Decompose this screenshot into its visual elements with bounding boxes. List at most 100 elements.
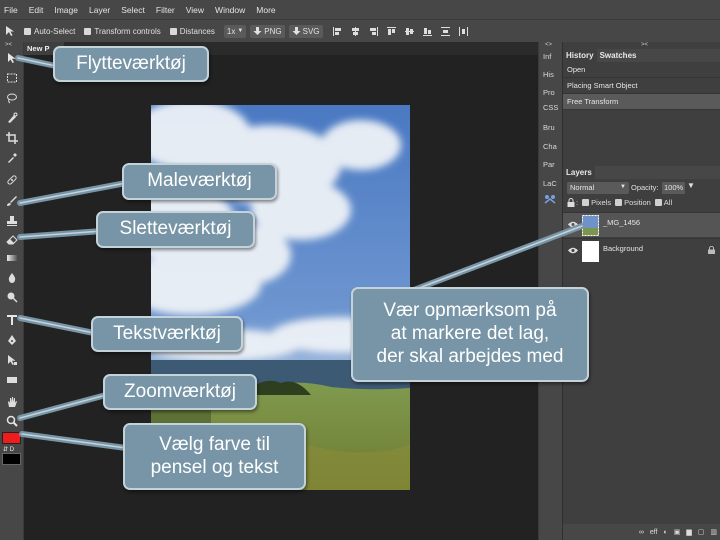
type-tool-icon[interactable] — [4, 312, 19, 327]
quick-selection-tool-icon[interactable] — [4, 110, 19, 125]
delete-layer-icon[interactable]: ▥ — [710, 528, 717, 536]
blend-mode-value: Normal — [570, 183, 595, 192]
panel-brush[interactable]: Bru — [543, 123, 555, 132]
panel-collapse-handle[interactable]: >< — [641, 42, 648, 48]
menu-more[interactable]: More — [256, 5, 275, 15]
expand-handle[interactable]: <> — [545, 42, 552, 48]
panel-layer-comps[interactable]: LaC — [543, 179, 557, 188]
mask-icon[interactable]: ▣ — [674, 528, 681, 536]
tab-history[interactable]: History — [563, 49, 597, 62]
foreground-color-swatch[interactable] — [2, 432, 21, 444]
crop-tool-icon[interactable] — [4, 130, 19, 145]
menu-image[interactable]: Image — [54, 5, 78, 15]
opacity-input[interactable]: 100% — [662, 182, 685, 194]
path-selection-tool-icon[interactable] — [4, 352, 19, 367]
align-middle-icon[interactable] — [404, 27, 414, 36]
adjustment-layer-icon[interactable]: ◐ — [664, 529, 668, 536]
distribute-icon[interactable] — [440, 26, 450, 36]
brush-tool-icon[interactable] — [4, 193, 19, 208]
new-group-icon[interactable]: ▆ — [686, 528, 691, 536]
eraser-tool-icon[interactable] — [4, 232, 19, 247]
layer-thumbnail — [582, 241, 599, 262]
align-right-icon[interactable] — [369, 26, 378, 36]
align-left-icon[interactable] — [332, 26, 342, 36]
menu-file[interactable]: File — [4, 5, 18, 15]
panel-character[interactable]: Cha — [543, 142, 557, 151]
panel-paragraph[interactable]: Par — [543, 160, 555, 169]
hand-tool-icon[interactable] — [4, 394, 19, 409]
transform-controls-box[interactable] — [84, 27, 92, 35]
new-layer-icon[interactable]: ▢ — [698, 528, 705, 536]
eyedropper-tool-icon[interactable] — [4, 150, 19, 165]
lock-label: : — [576, 198, 579, 207]
menu-window[interactable]: Window — [215, 5, 245, 15]
auto-select-checkbox[interactable]: Auto-Select — [24, 27, 75, 36]
layer-name[interactable]: _MG_1456 — [603, 218, 640, 227]
distances-box[interactable] — [169, 27, 177, 35]
callout-eraser-tool: Sletteværktøj — [96, 211, 255, 248]
layer-thumbnail — [582, 215, 599, 236]
distribute-h-icon[interactable] — [458, 26, 468, 36]
collapse-handle[interactable]: >< — [5, 42, 12, 48]
lock-all-checkbox[interactable] — [654, 199, 662, 206]
lock-pixels-checkbox[interactable] — [582, 199, 590, 206]
align-top-icon[interactable] — [386, 26, 396, 36]
align-buttons — [332, 26, 477, 36]
eye-icon[interactable] — [568, 221, 578, 228]
layer-row-selected[interactable]: _MG_1456 — [563, 212, 720, 237]
transform-controls-checkbox[interactable]: Transform controls — [84, 27, 161, 36]
document-tab-title: New P — [27, 44, 50, 53]
align-center-icon[interactable] — [351, 26, 360, 36]
gradient-tool-icon[interactable] — [4, 250, 19, 265]
zoom-tool-icon[interactable] — [4, 413, 19, 428]
menu-layer[interactable]: Layer — [89, 5, 110, 15]
panel-css[interactable]: CSS — [543, 103, 558, 112]
menu-view[interactable]: View — [186, 5, 204, 15]
callout-move-tool: Flytteværktøj — [53, 46, 209, 82]
tab-swatches[interactable]: Swatches — [597, 49, 640, 62]
auto-select-box[interactable] — [24, 27, 31, 35]
panel-history[interactable]: His — [543, 70, 554, 79]
distances-checkbox[interactable]: Distances — [169, 27, 215, 36]
dodge-tool-icon[interactable] — [4, 289, 19, 304]
history-item[interactable]: Free Transform — [563, 94, 720, 110]
pen-tool-icon[interactable] — [4, 332, 19, 347]
history-item[interactable]: Open — [563, 62, 720, 78]
background-color-swatch[interactable] — [2, 453, 21, 465]
swap-colors-icon[interactable]: ⇵ D — [3, 446, 14, 453]
marquee-tool-icon[interactable] — [4, 70, 19, 85]
menu-edit[interactable]: Edit — [29, 5, 44, 15]
puppet-icon[interactable] — [544, 194, 556, 204]
healing-tool-icon[interactable] — [4, 172, 19, 187]
link-layers-icon[interactable]: ∞ — [639, 529, 644, 536]
panel-info[interactable]: Inf — [543, 52, 551, 61]
layer-effects-button[interactable]: eff — [650, 529, 658, 536]
move-tool-icon[interactable] — [4, 50, 19, 65]
options-bar: Auto-Select Transform controls Distances… — [0, 19, 720, 42]
shape-tool-icon[interactable] — [4, 372, 19, 387]
blend-mode-select[interactable]: Normal ▼ — [567, 182, 629, 194]
zoom-select[interactable]: 1x ▼ — [223, 24, 247, 38]
blur-tool-icon[interactable] — [4, 270, 19, 285]
callout-layer-line3: der skal arbejdes med — [376, 345, 564, 367]
export-svg-button[interactable]: SVG — [288, 24, 323, 38]
stamp-tool-icon[interactable] — [4, 213, 19, 228]
menu-select[interactable]: Select — [121, 5, 145, 15]
history-item[interactable]: Placing Smart Object — [563, 78, 720, 94]
chevron-down-icon: ▼ — [237, 28, 244, 34]
opacity-dropdown-icon[interactable]: ▼ — [687, 181, 695, 190]
callout-layer: Vær opmærksom på at markere det lag, der… — [351, 287, 589, 382]
history-tabs: History Swatches — [563, 49, 720, 62]
align-bottom-icon[interactable] — [422, 27, 432, 36]
layer-name[interactable]: Background — [603, 244, 643, 253]
tab-layers[interactable]: Layers — [563, 166, 595, 179]
lock-position-checkbox[interactable] — [615, 199, 623, 206]
export-png-button[interactable]: PNG — [250, 24, 285, 38]
panel-properties[interactable]: Pro — [543, 88, 555, 97]
eye-icon[interactable] — [568, 247, 578, 254]
callout-text-tool: Tekstværktøj — [91, 316, 243, 352]
layer-row[interactable]: Background — [563, 238, 720, 263]
menu-filter[interactable]: Filter — [156, 5, 175, 15]
lasso-tool-icon[interactable] — [4, 90, 19, 105]
download-icon — [253, 26, 262, 35]
